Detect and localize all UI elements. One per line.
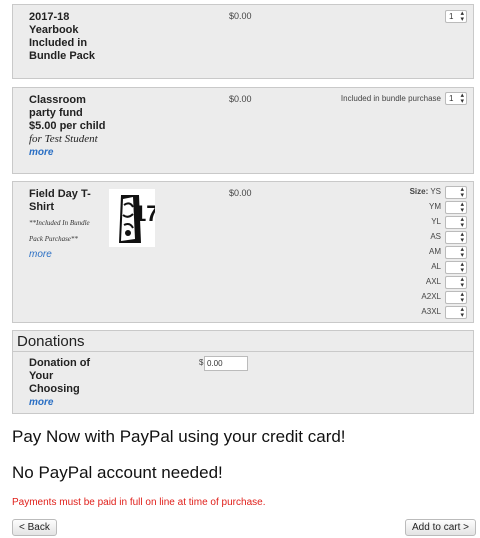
size-option-label: A3XL [421, 307, 441, 316]
size-quantity-stepper[interactable]: ▴ ▾ [445, 186, 467, 199]
more-link[interactable]: more [29, 397, 53, 408]
tshirt-design-graphic: 17 [119, 195, 158, 243]
item-name-suffix: for Test Student [29, 133, 98, 145]
add-to-cart-button[interactable]: Add to cart > [405, 519, 476, 536]
item-description-text: **Included In Bundle Pack Purchase** [29, 219, 90, 243]
size-option-label: A2XL [421, 292, 441, 301]
size-list: Size: YS ▴ ▾ YM ▴ ▾ YL ▴ ▾ AS ▴ ▾ AM ▴ ▾ AL ▴… [353, 186, 473, 322]
size-quantity-stepper[interactable]: ▴ ▾ [445, 246, 467, 259]
item-yearbook: 2017-18 Yearbook Included in Bundle Pack… [12, 4, 474, 79]
stepper-arrows-icon: ▴ ▾ [460, 186, 464, 199]
donations-section: Donations Donation of Your Choosing more… [12, 330, 474, 414]
stepper-arrows-icon: ▴ ▾ [460, 201, 464, 214]
stepper-arrows-icon: ▴ ▾ [460, 246, 464, 259]
item-field-day-tshirt: Field Day T-Shirt **Included In Bundle P… [12, 181, 474, 323]
size-quantity-stepper[interactable]: ▴ ▾ [445, 216, 467, 229]
more-link[interactable]: more [29, 249, 52, 260]
donations-header: Donations [17, 333, 85, 350]
paypal-heading: Pay Now with PayPal using your credit ca… [12, 427, 346, 446]
item-name: Classroom party fund $5.00 per child for… [29, 94, 109, 159]
size-option-label: AM [429, 247, 441, 256]
size-option-label: YM [429, 202, 441, 211]
size-quantity-stepper[interactable]: ▴ ▾ [445, 276, 467, 289]
item-price: $0.00 [229, 94, 252, 104]
size-option-label: AS [430, 232, 441, 241]
paypal-subheading: No PayPal account needed! [12, 463, 223, 482]
size-quantity-stepper[interactable]: ▴ ▾ [445, 261, 467, 274]
size-quantity-stepper[interactable]: ▴ ▾ [445, 231, 467, 244]
donations-divider [13, 351, 473, 352]
stepper-arrows-icon: ▴ ▾ [460, 291, 464, 304]
donation-item: Donation of Your Choosing more [29, 357, 101, 409]
stepper-arrows-icon: ▴ ▾ [460, 261, 464, 274]
size-label: Size: [409, 187, 429, 196]
item-price: $0.00 [229, 11, 252, 21]
quantity-stepper[interactable]: 1 ▴ ▾ [445, 10, 467, 23]
bundle-note: Included in bundle purchase [340, 94, 441, 103]
size-quantity-stepper[interactable]: ▴ ▾ [445, 201, 467, 214]
stepper-arrows-icon: ▴ ▾ [460, 10, 464, 23]
tshirt-image-text: 17 [134, 201, 155, 226]
item-name: Field Day T-Shirt [29, 188, 91, 213]
donation-item-name: Donation of Your Choosing [29, 357, 91, 395]
currency-symbol: $ [199, 358, 204, 367]
stepper-arrows-icon: ▴ ▾ [460, 276, 464, 289]
stepper-arrows-icon: ▴ ▾ [460, 306, 464, 319]
item-name-text: Classroom party fund $5.00 per child [29, 94, 106, 132]
item-classroom-party-fund: Classroom party fund $5.00 per child for… [12, 87, 474, 174]
payment-notice: Payments must be paid in full on line at… [12, 497, 266, 508]
size-option-label: AXL [425, 277, 441, 286]
back-button[interactable]: < Back [12, 519, 57, 536]
size-quantity-stepper[interactable]: ▴ ▾ [445, 291, 467, 304]
stepper-arrows-icon: ▴ ▾ [460, 92, 464, 105]
stepper-arrows-icon: ▴ ▾ [460, 216, 464, 229]
stepper-arrows-icon: ▴ ▾ [460, 231, 464, 244]
size-option-label: YS [430, 187, 441, 196]
donation-amount-value: 0.00 [207, 359, 223, 368]
size-quantity-stepper[interactable]: ▴ ▾ [445, 306, 467, 319]
size-option-label: YL [431, 217, 441, 226]
size-option-label: AL [431, 262, 441, 271]
item-name: 2017-18 Yearbook Included in Bundle Pack [29, 11, 96, 62]
tshirt-image: 17 [109, 189, 158, 247]
item-price: $0.00 [229, 188, 252, 198]
quantity-stepper[interactable]: 1 ▴ ▾ [445, 92, 467, 105]
more-link[interactable]: more [29, 147, 53, 158]
donation-amount-input[interactable]: 0.00 [204, 356, 248, 371]
item-description: **Included In Bundle Pack Purchase** mor… [29, 215, 101, 263]
